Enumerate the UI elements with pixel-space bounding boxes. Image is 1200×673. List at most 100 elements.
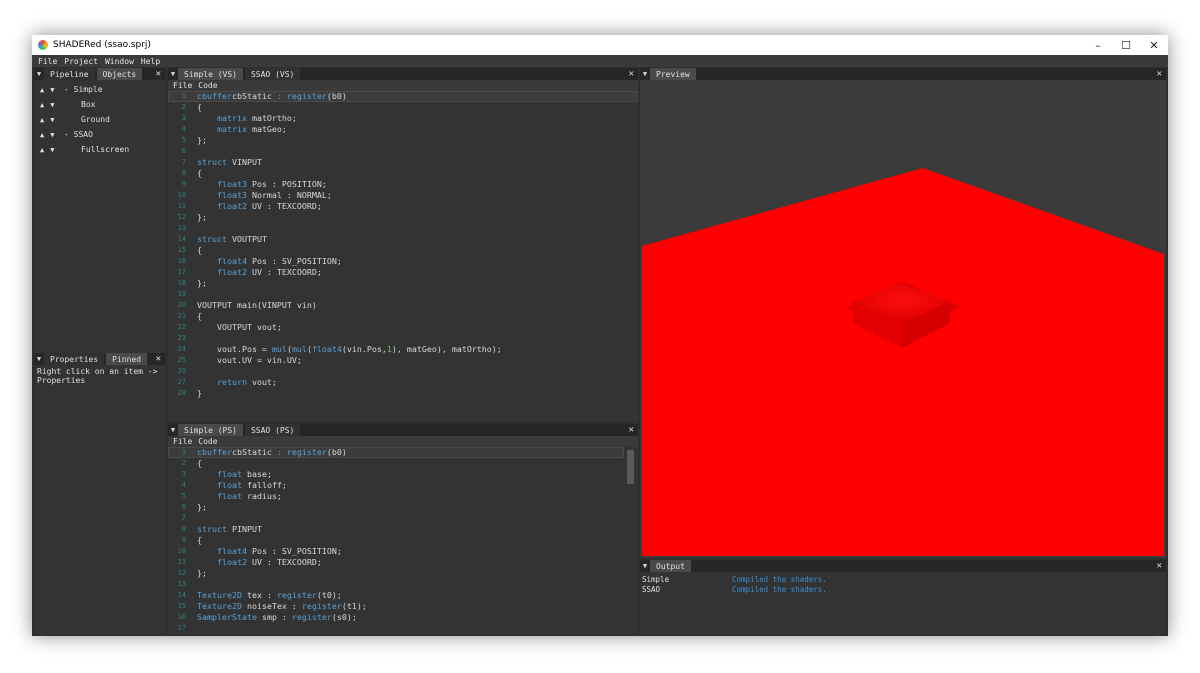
- code-line[interactable]: 9 float3 Pos : POSITION;: [168, 179, 638, 190]
- code-line[interactable]: 13: [168, 223, 638, 234]
- editor-menu-code[interactable]: Code: [198, 81, 217, 90]
- collapse-arrow-icon[interactable]: ▼: [34, 353, 44, 365]
- code-line[interactable]: 11 float2 UV : TEXCOORD;: [168, 201, 638, 212]
- preview-viewport[interactable]: [642, 80, 1164, 556]
- tree-item-box[interactable]: ▲▼ Box: [34, 97, 165, 112]
- line-number: 23: [177, 334, 186, 342]
- line-number: 14: [177, 235, 186, 243]
- code-line[interactable]: 21 {: [168, 311, 638, 322]
- code-line[interactable]: 16 SamplerState smp : register(s0);: [168, 612, 624, 623]
- code-line[interactable]: 6: [168, 146, 638, 157]
- close-icon[interactable]: ✕: [1140, 35, 1168, 55]
- code-line[interactable]: 4 float falloff;: [168, 480, 624, 491]
- code-text: float base;: [197, 469, 272, 479]
- code-line[interactable]: 7 struct VINPUT: [168, 157, 638, 168]
- code-line[interactable]: 3 matrix matOrtho;: [168, 113, 638, 124]
- move-arrows-icon[interactable]: ▲▼: [40, 116, 60, 124]
- collapse-arrow-icon[interactable]: ▼: [168, 424, 178, 436]
- move-arrows-icon[interactable]: ▲▼: [40, 131, 60, 139]
- code-line[interactable]: 11 float2 UV : TEXCOORD;: [168, 557, 624, 568]
- code-line[interactable]: 10 float4 Pos : SV_POSITION;: [168, 546, 624, 557]
- code-line[interactable]: 13: [168, 579, 624, 590]
- code-line[interactable]: 2{: [168, 458, 624, 469]
- collapse-arrow-icon[interactable]: ▼: [640, 560, 650, 572]
- tab-preview[interactable]: Preview: [650, 68, 696, 80]
- code-line[interactable]: 17 float2 UV : TEXCOORD;: [168, 267, 638, 278]
- line-number: 9: [181, 180, 186, 188]
- code-line[interactable]: 26: [168, 366, 638, 377]
- line-number: 19: [177, 290, 186, 298]
- code-line[interactable]: 8 struct PINPUT: [168, 524, 624, 535]
- code-line[interactable]: 24 vout.Pos = mul(mul(float4(vin.Pos,1),…: [168, 344, 638, 355]
- code-line[interactable]: 27 return vout;: [168, 377, 638, 388]
- editor-menu-file[interactable]: File: [173, 437, 192, 446]
- code-line[interactable]: 12};: [168, 212, 638, 223]
- tree-item-ssao[interactable]: ▲▼ - SSAO: [34, 127, 165, 142]
- menu-window[interactable]: Window: [105, 57, 134, 66]
- close-panel-icon[interactable]: ✕: [1157, 68, 1162, 80]
- code-line[interactable]: 8{: [168, 168, 638, 179]
- code-line[interactable]: 14 struct VOUTPUT: [168, 234, 638, 245]
- menu-help[interactable]: Help: [141, 57, 160, 66]
- collapse-arrow-icon[interactable]: ▼: [34, 68, 44, 80]
- minimize-icon[interactable]: –: [1084, 35, 1112, 55]
- close-panel-icon[interactable]: ✕: [1157, 560, 1162, 572]
- tree-item-fullscreen[interactable]: ▲▼ Fullscreen: [34, 142, 165, 157]
- vs-code-area[interactable]: 1 cbuffercbStatic : register(b0) 2{3 matri…: [168, 91, 638, 422]
- code-line[interactable]: 2{: [168, 102, 638, 113]
- code-line[interactable]: 10 float3 Normal : NORMAL;: [168, 190, 638, 201]
- code-line[interactable]: 1 cbuffercbStatic : register(b0): [168, 447, 624, 458]
- close-panel-icon[interactable]: ✕: [156, 353, 161, 365]
- tab-ssao-ps[interactable]: SSAO (PS): [244, 424, 301, 436]
- tab-simple-ps[interactable]: Simple (PS): [178, 424, 243, 436]
- close-panel-icon[interactable]: ✕: [629, 424, 634, 436]
- code-line[interactable]: 18};: [168, 278, 638, 289]
- code-line[interactable]: 3 float base;: [168, 469, 624, 480]
- code-line[interactable]: 23: [168, 333, 638, 344]
- code-line[interactable]: 28}: [168, 388, 638, 399]
- line-number: 4: [181, 125, 186, 133]
- editor-menu-code[interactable]: Code: [198, 437, 217, 446]
- ps-code-area[interactable]: 1 cbuffercbStatic : register(b0) 2{3 float…: [168, 447, 624, 635]
- move-arrows-icon[interactable]: ▲▼: [40, 86, 60, 94]
- collapse-arrow-icon[interactable]: ▼: [640, 68, 650, 80]
- move-arrows-icon[interactable]: ▲▼: [40, 101, 60, 109]
- code-line[interactable]: 5 float radius;: [168, 491, 624, 502]
- code-line[interactable]: 6};: [168, 502, 624, 513]
- code-line[interactable]: 17: [168, 623, 624, 634]
- tab-simple-vs[interactable]: Simple (VS): [178, 68, 243, 80]
- close-panel-icon[interactable]: ✕: [156, 68, 161, 80]
- code-line[interactable]: 12};: [168, 568, 624, 579]
- code-line[interactable]: 22 VOUTPUT vout;: [168, 322, 638, 333]
- tab-output[interactable]: Output: [650, 560, 691, 572]
- output-source: Simple: [642, 575, 670, 584]
- code-line[interactable]: 7: [168, 513, 624, 524]
- tab-pinned[interactable]: Pinned: [106, 353, 148, 365]
- code-line[interactable]: 16 float4 Pos : SV_POSITION;: [168, 256, 638, 267]
- tab-properties[interactable]: Properties: [44, 353, 105, 365]
- code-line[interactable]: 20 VOUTPUT main(VINPUT vin): [168, 300, 638, 311]
- code-line[interactable]: 1 cbuffercbStatic : register(b0): [168, 91, 638, 102]
- code-line[interactable]: 14 Texture2D tex : register(t0);: [168, 590, 624, 601]
- ps-scrollbar[interactable]: [627, 450, 634, 484]
- tab-ssao-vs[interactable]: SSAO (VS): [244, 68, 301, 80]
- code-line[interactable]: 25 vout.UV = vin.UV;: [168, 355, 638, 366]
- tab-pipeline[interactable]: Pipeline: [44, 68, 95, 80]
- menu-file[interactable]: File: [38, 57, 57, 66]
- code-line[interactable]: 4 matrix matGeo;: [168, 124, 638, 135]
- code-line[interactable]: 15 {: [168, 245, 638, 256]
- maximize-icon[interactable]: ☐: [1112, 35, 1140, 55]
- code-line[interactable]: 15 Texture2D noiseTex : register(t1);: [168, 601, 624, 612]
- editor-menu-file[interactable]: File: [173, 81, 192, 90]
- tree-item-simple[interactable]: ▲▼ - Simple: [34, 82, 165, 97]
- close-panel-icon[interactable]: ✕: [629, 68, 634, 80]
- move-arrows-icon[interactable]: ▲▼: [40, 146, 60, 154]
- code-text: {: [197, 245, 202, 255]
- tree-item-ground[interactable]: ▲▼ Ground: [34, 112, 165, 127]
- menu-project[interactable]: Project: [64, 57, 98, 66]
- code-line[interactable]: 5};: [168, 135, 638, 146]
- tab-objects[interactable]: Objects: [96, 68, 143, 80]
- code-line[interactable]: 19: [168, 289, 638, 300]
- collapse-arrow-icon[interactable]: ▼: [168, 68, 178, 80]
- code-line[interactable]: 9{: [168, 535, 624, 546]
